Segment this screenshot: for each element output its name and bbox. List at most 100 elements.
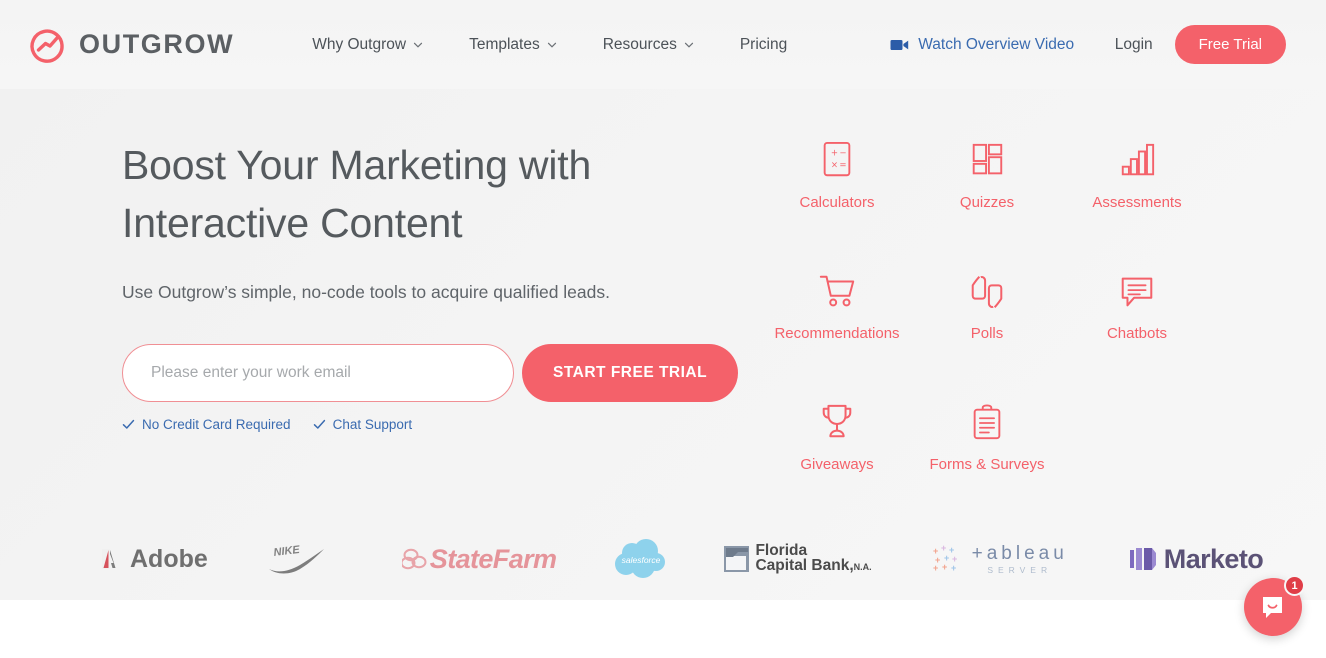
work-email-input[interactable] xyxy=(122,344,514,402)
feature-chatbots[interactable]: Chatbots xyxy=(1062,267,1212,342)
feature-grid: + − × = Calculators Quizzes Assessments … xyxy=(762,136,1262,473)
feature-label: Polls xyxy=(970,325,1004,342)
svg-text:−: − xyxy=(839,148,846,158)
nav-item-label: Pricing xyxy=(739,35,788,53)
signup-form: START FREE TRIAL xyxy=(122,344,742,402)
florida-capital-bank-logo-icon xyxy=(724,546,750,572)
brand-logo-adobe: Adobe xyxy=(100,545,208,574)
chevron-down-icon xyxy=(413,40,423,49)
trophy-icon xyxy=(818,398,856,444)
feature-label: Chatbots xyxy=(1106,325,1168,342)
svg-text:+: + xyxy=(951,563,956,573)
marketo-logo-icon xyxy=(1129,548,1156,570)
feature-label: Forms & Surveys xyxy=(929,456,1045,473)
feature-recommendations[interactable]: Recommendations xyxy=(762,267,912,342)
assurance-list: No Credit Card Required Chat Support xyxy=(122,417,742,432)
brand-logo-salesforce: salesforce xyxy=(612,538,670,580)
brand-logo[interactable]: OUTGROW xyxy=(26,24,234,66)
brand-wordmark: OUTGROW xyxy=(79,29,235,59)
intercom-chat-icon xyxy=(1262,596,1282,618)
svg-text:+: + xyxy=(831,148,838,158)
feature-forms-surveys[interactable]: Forms & Surveys xyxy=(912,398,1062,473)
nav-item-resources[interactable]: Resources xyxy=(603,36,693,54)
hero-subheading: Use Outgrow’s simple, no-code tools to a… xyxy=(122,282,610,302)
watch-overview-video-link[interactable]: Watch Overview Video xyxy=(890,36,1074,54)
nav-item-why-outgrow[interactable]: Why Outgrow xyxy=(312,35,423,54)
brand-logo-marketo: Marketo xyxy=(1128,543,1264,575)
thumbs-up-down-icon xyxy=(967,267,1007,313)
svg-text:+: + xyxy=(933,563,938,573)
landing-page: OUTGROW Why Outgrow Templates Resources … xyxy=(0,0,1326,658)
feature-polls[interactable]: Polls xyxy=(912,267,1062,342)
nav-item-label: Why Outgrow xyxy=(312,35,407,53)
feature-row-2: Recommendations Polls Chatbots xyxy=(762,267,1262,342)
chat-widget-button[interactable]: 1 xyxy=(1244,575,1305,636)
svg-text:=: = xyxy=(839,161,846,171)
nav-item-pricing[interactable]: Pricing xyxy=(740,36,787,54)
svg-text:+: + xyxy=(942,562,947,572)
feature-row-3: Giveaways Forms & Surveys xyxy=(762,398,1262,473)
assurance-label: No Credit Card Required xyxy=(142,417,291,432)
hero-copy: Boost Your Marketing with Interactive Co… xyxy=(122,136,742,432)
statefarm-logo-icon xyxy=(401,548,427,570)
assurance-label: Chat Support xyxy=(332,417,413,432)
feature-label: Calculators xyxy=(799,194,875,211)
header-actions: Login Free Trial xyxy=(1115,25,1286,64)
clipboard-icon xyxy=(968,398,1006,444)
free-trial-button[interactable]: Free Trial xyxy=(1174,25,1286,64)
bar-chart-icon xyxy=(1118,136,1156,182)
shopping-cart-icon xyxy=(817,267,857,313)
chat-unread-badge: 1 xyxy=(1284,575,1305,596)
grid-blocks-icon xyxy=(968,136,1006,182)
login-link[interactable]: Login xyxy=(1115,36,1153,54)
start-free-trial-button[interactable]: START FREE TRIAL xyxy=(522,344,739,402)
brand-logo-statefarm: StateFarm xyxy=(401,543,557,575)
calculator-icon: + − × = xyxy=(818,136,856,182)
brand-name: Marketo xyxy=(1163,543,1264,574)
watch-overview-video-label: Watch Overview Video xyxy=(918,35,1075,53)
brand-logo-nike: NIKE xyxy=(266,542,330,576)
main-nav: Why Outgrow Templates Resources Pricing … xyxy=(312,36,1074,54)
feature-label: Recommendations xyxy=(774,325,900,342)
video-camera-icon xyxy=(890,38,909,52)
check-icon xyxy=(313,418,326,431)
customer-logos: Adobe NIKE StateFarm salesforce Florida … xyxy=(0,519,1326,599)
chevron-down-icon xyxy=(684,40,693,49)
headline-line-1: Boost Your Marketing with xyxy=(122,142,592,188)
feature-quizzes[interactable]: Quizzes xyxy=(912,136,1062,211)
nav-item-label: Templates xyxy=(469,35,540,53)
adobe-logo-icon xyxy=(102,549,116,569)
assurance-chat-support: Chat Support xyxy=(313,417,413,432)
assurance-no-credit-card: No Credit Card Required xyxy=(122,417,291,432)
brand-logo-tableau-server: + + + + + + + + + +ableau SERVER xyxy=(932,543,1068,575)
feature-row-1: + − × = Calculators Quizzes Assessments xyxy=(762,136,1262,211)
tableau-plus-marks-icon: + + + + + + + + + xyxy=(933,544,957,573)
brand-name: +ableau SERVER xyxy=(971,543,1068,575)
nav-item-label: Resources xyxy=(602,35,677,53)
svg-text:+: + xyxy=(941,544,946,553)
hero-section: Boost Your Marketing with Interactive Co… xyxy=(0,89,1326,600)
page-title: Boost Your Marketing with Interactive Co… xyxy=(122,136,742,252)
nike-swoosh-logo-icon: NIKE xyxy=(268,544,324,574)
headline-line-2: Interactive Content xyxy=(122,200,463,246)
brand-name: Florida Capital Bank,N.A. xyxy=(755,542,872,574)
site-header: OUTGROW Why Outgrow Templates Resources … xyxy=(0,0,1326,89)
svg-text:NIKE: NIKE xyxy=(273,544,301,559)
chat-bubble-icon xyxy=(1117,267,1157,313)
chevron-down-icon xyxy=(547,40,556,49)
feature-assessments[interactable]: Assessments xyxy=(1062,136,1212,211)
brand-logo-florida-capital-bank: Florida Capital Bank,N.A. xyxy=(722,542,872,576)
brand-name: StateFarm xyxy=(429,543,557,574)
feature-calculators[interactable]: + − × = Calculators xyxy=(762,136,912,211)
outgrow-circle-logo-icon xyxy=(26,24,68,66)
svg-text:×: × xyxy=(831,161,838,171)
brand-name: Adobe xyxy=(130,544,208,573)
salesforce-cloud-logo-icon: salesforce xyxy=(615,539,666,578)
nav-item-templates[interactable]: Templates xyxy=(469,36,556,54)
feature-label: Giveaways xyxy=(800,456,874,473)
check-icon xyxy=(122,418,135,431)
svg-text:salesforce: salesforce xyxy=(622,555,661,565)
feature-label: Assessments xyxy=(1092,194,1182,211)
feature-label: Quizzes xyxy=(959,194,1015,211)
feature-giveaways[interactable]: Giveaways xyxy=(762,398,912,473)
